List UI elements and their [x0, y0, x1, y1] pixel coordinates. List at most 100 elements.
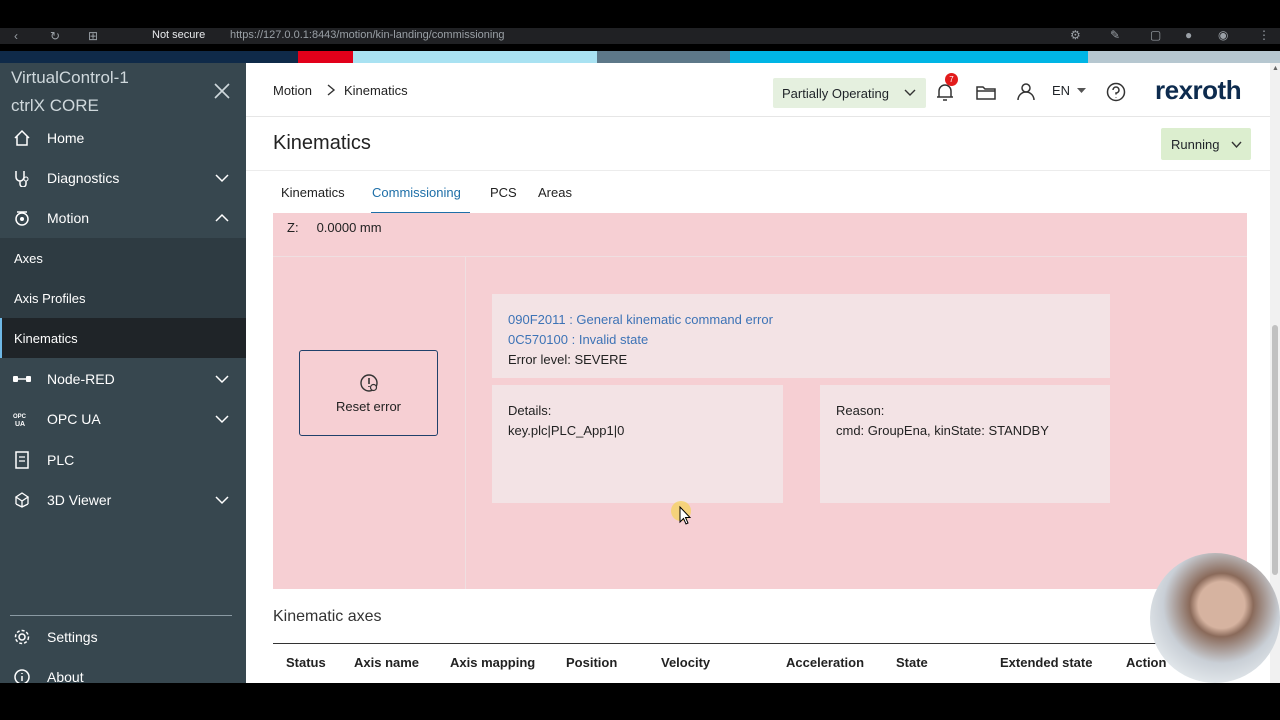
caret-down-icon[interactable] — [1077, 88, 1086, 94]
menu-icon[interactable]: ⋮ — [1258, 28, 1270, 42]
sidebar-item-settings[interactable]: Settings — [0, 617, 246, 657]
column-header-velocity[interactable]: Velocity — [661, 655, 710, 670]
kinematic-axes-title: Kinematic axes — [273, 608, 382, 625]
top-header: Motion Kinematics Partially Operating 7 … — [246, 63, 1280, 117]
chevron-down-icon[interactable] — [214, 411, 230, 427]
profile-icon[interactable]: ◉ — [1218, 28, 1228, 42]
tab-bar: Kinematics Commissioning PCS Areas — [246, 170, 1280, 214]
column-header-axis-mapping[interactable]: Axis mapping — [450, 655, 535, 670]
notifications-button[interactable]: 7 — [934, 73, 958, 103]
reason-value: cmd: GroupEna, kinState: STANDBY — [836, 423, 1049, 438]
extensions-icon[interactable]: ⊞ — [88, 29, 98, 43]
reset-error-icon — [359, 373, 378, 392]
sidebar-subitem-kinematics[interactable]: Kinematics — [0, 318, 246, 358]
sidebar-item-label: OPC UA — [47, 411, 101, 427]
sidebar-item-node-red[interactable]: Node-RED — [0, 359, 246, 399]
settings-icon[interactable]: ⚙ — [1070, 28, 1081, 42]
column-header-state[interactable]: State — [896, 655, 928, 670]
sidebar-item-diagnostics[interactable]: Diagnostics — [0, 158, 246, 198]
language-selector[interactable]: EN — [1052, 83, 1070, 98]
address-bar[interactable]: ‹ ↻ ⊞ Not secure https://127.0.0.1:8443/… — [0, 28, 1280, 44]
run-state-label: Running — [1171, 136, 1220, 152]
plc-icon — [12, 450, 32, 470]
sidebar-item-motion[interactable]: Motion — [0, 198, 246, 238]
sidebar-item-opc-ua[interactable]: OPC UA OPC UA — [0, 399, 246, 439]
breadcrumb-motion[interactable]: Motion — [273, 83, 312, 98]
error-details-card: Details: key.plc|PLC_App1|0 — [492, 385, 783, 503]
chevron-down-icon[interactable] — [214, 492, 230, 508]
sidebar-item-label: PLC — [47, 452, 75, 468]
sidebar-item-plc[interactable]: PLC — [0, 440, 246, 480]
url-text[interactable]: https://127.0.0.1:8443/motion/kin-landin… — [230, 29, 505, 41]
opc-ua-icon: OPC UA — [12, 409, 32, 429]
chevron-down-icon[interactable] — [214, 371, 230, 387]
chevron-down-icon[interactable] — [214, 170, 230, 186]
error-panel: Z: 0.0000 mm Reset error 090F2011 : Gener… — [273, 213, 1247, 589]
tab-commissioning[interactable]: Commissioning — [372, 185, 461, 200]
sidebar-divider — [10, 615, 232, 616]
device-type: ctrlX CORE — [11, 96, 99, 115]
run-state-dropdown[interactable]: Running — [1161, 128, 1251, 160]
chevron-down-icon — [904, 89, 916, 96]
help-icon[interactable] — [1105, 81, 1127, 103]
reset-error-label: Reset error — [335, 398, 402, 414]
breadcrumb-kinematics: Kinematics — [344, 83, 408, 98]
column-header-axis-name[interactable]: Axis name — [354, 655, 419, 670]
brand-color-stripe — [0, 51, 1280, 63]
chevron-up-icon[interactable] — [214, 210, 230, 226]
reset-error-button[interactable]: Reset error — [299, 350, 438, 436]
bottom-bar — [0, 683, 1280, 720]
tab-kinematics[interactable]: Kinematics — [281, 185, 345, 200]
stethoscope-icon — [12, 168, 32, 188]
column-header-action[interactable]: Action — [1126, 655, 1166, 670]
scrollbar-thumb[interactable] — [1272, 325, 1278, 575]
extension-icon[interactable]: ● — [1185, 28, 1192, 42]
column-header-status[interactable]: Status — [286, 655, 326, 670]
sidebar-item-3d-viewer[interactable]: 3D Viewer — [0, 480, 246, 520]
main-content: Motion Kinematics Partially Operating 7 … — [246, 63, 1280, 683]
close-icon[interactable] — [212, 81, 232, 101]
gear-icon — [12, 627, 32, 647]
home-icon — [12, 128, 32, 148]
column-header-position[interactable]: Position — [566, 655, 617, 670]
sidebar-item-label: Diagnostics — [47, 170, 120, 186]
column-header-acceleration[interactable]: Acceleration — [786, 655, 864, 670]
z-value: 0.0000 mm — [316, 220, 382, 235]
sidebar-item-label: Motion — [47, 210, 90, 226]
sidebar-item-label: Node-RED — [47, 371, 115, 387]
sidebar-subitem-axis-profiles[interactable]: Axis Profiles — [0, 278, 246, 318]
tab-icon[interactable]: ▢ — [1150, 28, 1161, 42]
operating-state-label: Partially Operating — [782, 85, 889, 101]
sidebar-subitem-axes[interactable]: Axes — [0, 238, 246, 278]
motion-icon — [12, 208, 32, 228]
sidebar-item-label: Settings — [47, 629, 98, 645]
mouse-cursor-icon — [671, 501, 692, 525]
error-main-link[interactable]: 090F2011 : General kinematic command err… — [508, 310, 1094, 330]
chevron-right-icon — [327, 84, 336, 96]
sidebar-item-label: Home — [47, 130, 85, 146]
chevron-down-icon — [1231, 141, 1242, 149]
scroll-up-icon[interactable]: ▲ — [1272, 65, 1279, 72]
error-sub-link[interactable]: 0C570100 : Invalid state — [508, 330, 1094, 350]
divider — [273, 643, 1247, 644]
svg-text:UA: UA — [15, 421, 25, 427]
folder-icon[interactable] — [975, 81, 997, 103]
column-header-extended-state[interactable]: Extended state — [1000, 655, 1092, 670]
tab-areas[interactable]: Areas — [538, 185, 572, 200]
reload-icon[interactable]: ↻ — [50, 29, 60, 43]
tab-pcs[interactable]: PCS — [490, 185, 517, 200]
sidebar-item-home[interactable]: Home — [0, 118, 246, 158]
3d-viewer-icon — [12, 490, 32, 510]
node-red-icon — [12, 369, 32, 389]
operating-state-dropdown[interactable]: Partially Operating — [773, 78, 926, 108]
security-indicator[interactable]: Not secure — [152, 29, 205, 41]
reason-label: Reason: — [836, 403, 885, 418]
webcam-overlay — [1150, 553, 1280, 683]
sidebar-item-label: 3D Viewer — [47, 492, 112, 508]
details-label: Details: — [508, 403, 552, 418]
z-position-row: Z: 0.0000 mm — [287, 220, 382, 235]
brand-logo: rexroth — [1155, 75, 1242, 105]
back-icon[interactable]: ‹ — [14, 29, 18, 43]
edit-icon[interactable]: ✎ — [1110, 28, 1120, 42]
user-icon[interactable] — [1015, 81, 1037, 103]
